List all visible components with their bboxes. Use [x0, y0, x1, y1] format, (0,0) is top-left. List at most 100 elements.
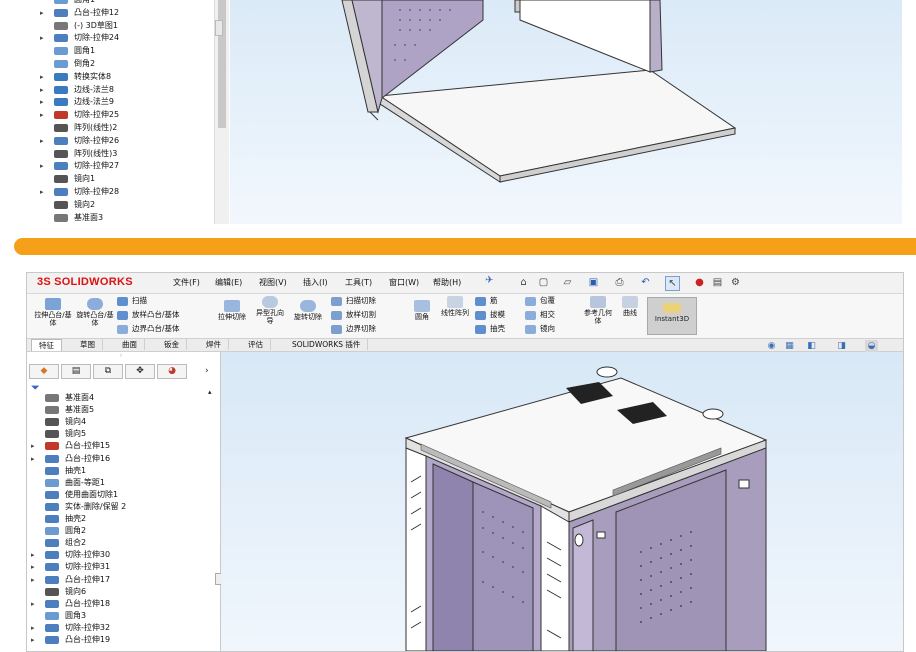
expand-arrow-icon[interactable]: ▸ — [31, 574, 35, 586]
feature-type-icon — [54, 200, 68, 209]
dimxpert-tab-icon[interactable]: ✥ — [125, 364, 155, 379]
new-document-icon[interactable]: ▢ — [537, 276, 550, 289]
print-icon[interactable]: ⎙ — [613, 276, 626, 289]
property-manager-tab-icon[interactable]: ▤ — [61, 364, 91, 379]
tree-item-label: 实体-删除/保留 2 — [65, 501, 127, 511]
menu-tools[interactable]: 工具(T) — [345, 277, 372, 288]
fillet-button[interactable]: 圆角 — [407, 300, 437, 321]
intersect-button[interactable]: 相交 — [525, 309, 555, 321]
feature-type-icon — [54, 60, 68, 68]
expand-arrow-icon[interactable]: ▸ — [40, 186, 44, 198]
boundary-boss-button[interactable]: 边界凸台/基体 — [117, 323, 180, 335]
tab-solidworks-addins[interactable]: SOLIDWORKS 插件 — [285, 339, 369, 350]
sweep-button[interactable]: 扫描 — [117, 295, 147, 307]
open-folder-icon[interactable]: ▱ — [561, 276, 574, 289]
mirror-button[interactable]: 镜向 — [525, 323, 555, 335]
expand-arrow-icon[interactable]: ▸ — [40, 109, 44, 121]
expand-arrow-icon[interactable]: ▸ — [31, 549, 35, 561]
tab-weldments[interactable]: 焊件 — [199, 339, 229, 350]
wrap-button[interactable]: 包覆 — [525, 295, 555, 307]
draft-button[interactable]: 拔模 — [475, 309, 505, 321]
feature-type-icon — [54, 47, 68, 56]
expand-arrow-icon[interactable]: ▸ — [31, 622, 35, 634]
tree-item-label: 圆角3 — [65, 610, 87, 620]
graphics-viewport[interactable] — [221, 352, 903, 651]
tree-item-label: 阵列(线性)2 — [74, 123, 118, 132]
tab-features[interactable]: 特征 — [31, 339, 62, 351]
feature-type-icon — [45, 442, 59, 451]
lofted-cut-button[interactable]: 放样切割 — [331, 309, 376, 321]
instant3d-button[interactable]: Instant3D — [647, 297, 697, 335]
tree-item-label: 圆角1 — [74, 46, 96, 56]
undo-icon[interactable]: ↶ — [639, 276, 652, 289]
file-properties-icon[interactable]: ▤ — [711, 276, 724, 289]
chevron-right-icon[interactable]: › — [205, 366, 209, 376]
loft-boss-button[interactable]: 放样凸台/基体 — [117, 309, 180, 321]
curves-icon — [622, 296, 638, 308]
menu-help[interactable]: 帮助(H) — [433, 277, 461, 288]
expand-arrow-icon[interactable]: ▸ — [40, 96, 44, 108]
expand-arrow-icon[interactable]: ▸ — [40, 135, 44, 147]
reference-geometry-icon — [590, 296, 606, 308]
expand-arrow-icon[interactable]: ▸ — [31, 561, 35, 573]
expand-arrow-icon[interactable]: ▸ — [40, 160, 44, 172]
solidworks-window: 3S SOLIDWORKS 文件(F) 编辑(E) 视图(V) 插入(I) 工具(… — [26, 272, 904, 652]
linear-pattern-button[interactable]: 线性阵列 — [439, 296, 471, 317]
menu-window[interactable]: 窗口(W) — [389, 277, 419, 288]
revolve-cut-button[interactable]: 旋转切除 — [291, 300, 325, 321]
expand-arrow-icon[interactable]: ▸ — [40, 84, 44, 96]
feature-tree-scrollbar[interactable]: ▴ — [207, 388, 217, 651]
tab-surfaces[interactable]: 曲面 — [115, 339, 145, 350]
panel-collapse-icon[interactable]: ◦ — [119, 352, 123, 360]
top-graphics-area[interactable] — [230, 0, 902, 224]
rebuild-traffic-light-icon[interactable]: ● — [693, 276, 706, 289]
expand-arrow-icon[interactable]: ▸ — [31, 453, 35, 465]
revolve-boss-button[interactable]: 旋转凸台/基体 — [75, 298, 115, 327]
feature-type-icon — [54, 213, 68, 222]
tree-item-label: 圆角2 — [65, 526, 87, 536]
rib-button[interactable]: 筋 — [475, 295, 498, 307]
tree-item-label: 使用曲面切除1 — [65, 489, 119, 499]
tree-item-label: 镜向6 — [65, 586, 87, 596]
configuration-tab-icon[interactable]: ⧉ — [93, 364, 123, 379]
menu-file[interactable]: 文件(F) — [173, 277, 200, 288]
options-gear-icon[interactable]: ⚙ — [729, 276, 742, 289]
feature-type-icon — [54, 175, 68, 184]
menu-view[interactable]: 视图(V) — [259, 277, 287, 288]
hole-wizard-button[interactable]: 异型孔向导 — [253, 296, 287, 325]
display-manager-tab-icon[interactable]: ◕ — [157, 364, 187, 379]
home-icon[interactable]: ⌂ — [517, 276, 530, 289]
pin-icon[interactable]: ✈ — [485, 275, 493, 286]
tree-item-label: 镜向4 — [65, 417, 87, 427]
expand-arrow-icon[interactable]: ▸ — [40, 32, 44, 44]
menu-edit[interactable]: 编辑(E) — [215, 277, 242, 288]
expand-arrow-icon[interactable]: ▸ — [40, 7, 44, 19]
extrude-boss-button[interactable]: 拉伸凸台/基体 — [33, 298, 73, 327]
reference-geometry-button[interactable]: 参考几何体 — [581, 296, 615, 325]
tab-sheet-metal[interactable]: 钣金 — [157, 339, 187, 350]
tree-item-label: 曲面-等距1 — [65, 477, 105, 487]
save-icon[interactable]: ▣ — [587, 276, 600, 289]
scroll-up-icon[interactable]: ▴ — [208, 388, 212, 396]
shell-button[interactable]: 抽壳 — [475, 323, 505, 335]
top-tree-scrollbar[interactable] — [214, 0, 229, 224]
expand-arrow-icon[interactable]: ▸ — [40, 71, 44, 83]
expand-arrow-icon[interactable]: ▸ — [31, 634, 35, 646]
select-cursor-icon[interactable]: ↖ — [665, 276, 680, 291]
feature-tree-tab-icon[interactable]: ◆ — [29, 364, 59, 379]
menu-insert[interactable]: 插入(I) — [303, 277, 328, 288]
tab-sketch[interactable]: 草图 — [73, 339, 103, 350]
expand-arrow-icon[interactable]: ▸ — [31, 598, 35, 610]
feature-type-icon — [54, 72, 68, 81]
extrude-cut-button[interactable]: 拉伸切除 — [215, 300, 249, 321]
feature-type-icon — [45, 430, 59, 439]
tab-evaluate[interactable]: 评估 — [241, 339, 271, 350]
panel-resize-grip[interactable] — [215, 20, 223, 36]
curves-button[interactable]: 曲线 — [617, 296, 643, 317]
feature-type-icon — [45, 563, 59, 572]
expand-arrow-icon[interactable]: ▸ — [31, 440, 35, 452]
feature-type-icon — [45, 599, 59, 608]
boundary-cut-button[interactable]: 边界切除 — [331, 323, 376, 335]
revolve-boss-icon — [87, 298, 103, 310]
swept-cut-button[interactable]: 扫描切除 — [331, 295, 376, 307]
